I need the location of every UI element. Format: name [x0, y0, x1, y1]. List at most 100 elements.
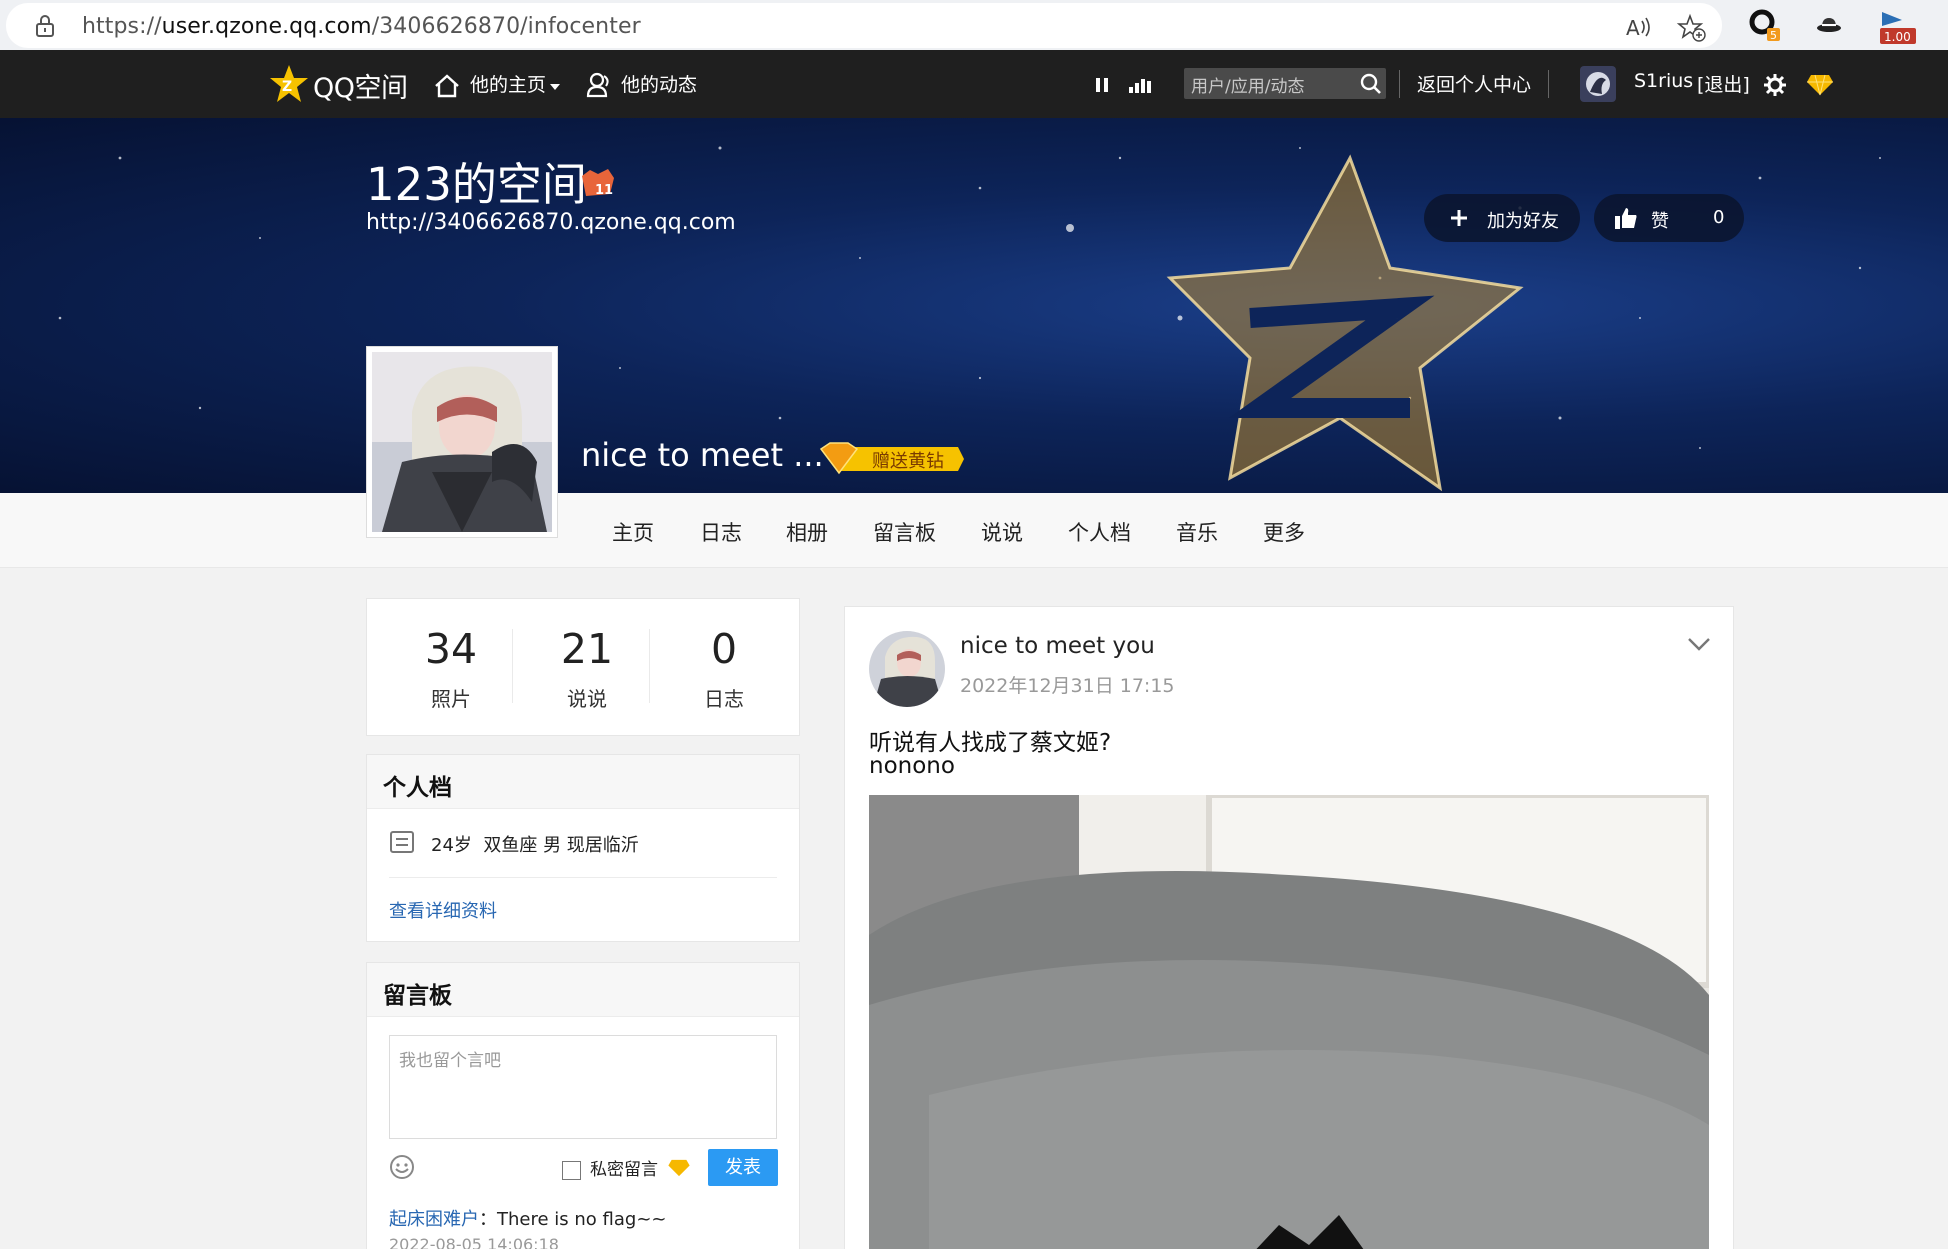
guestbook-entry-time: 2022-08-05 14:06:18 [389, 1235, 559, 1249]
his-home-link[interactable]: 他的主页 [470, 70, 546, 97]
username-link[interactable]: S1rius [1634, 70, 1693, 92]
post-photo[interactable] [869, 795, 1709, 1249]
tab-more[interactable]: 更多 [1263, 517, 1305, 547]
chevron-down-icon[interactable] [1687, 637, 1711, 651]
nav-divider [1399, 70, 1400, 98]
profile-card-header: 个人档 [367, 755, 799, 809]
view-detail-link[interactable]: 查看详细资料 [389, 897, 497, 923]
address-bar[interactable]: https://user.qzone.qq.com/3406626870/inf… [6, 3, 1722, 48]
thumbs-up-icon [1615, 208, 1637, 229]
add-friend-button[interactable]: 加为好友 [1424, 194, 1580, 242]
shuoshuo-label[interactable]: 说说 [527, 683, 647, 712]
post-author-avatar[interactable] [869, 631, 945, 707]
tab-profile[interactable]: 个人档 [1068, 517, 1131, 547]
blog-label[interactable]: 日志 [664, 683, 784, 712]
url-host: user.qzone.qq.com [161, 14, 372, 39]
yellow-diamond-icon [668, 1159, 690, 1177]
space-url[interactable]: http://3406626870.qzone.qq.com [366, 210, 736, 235]
stat-divider [649, 629, 650, 703]
photo-label[interactable]: 照片 [391, 683, 511, 712]
profile-card: 个人档 24岁 双鱼座 男 现居临沂 查看详细资料 [366, 754, 800, 942]
gift-diamond-label: 赠送黄钻 [872, 451, 944, 472]
starfield-background [58, 146, 1881, 492]
extension-search-icon[interactable]: 5 [1748, 8, 1782, 42]
profile-card-title: 个人档 [383, 775, 452, 801]
like-label: 赞 [1651, 211, 1669, 232]
qzone-level-icon[interactable]: 11 [580, 166, 618, 200]
read-aloud-icon[interactable]: A [1624, 13, 1654, 43]
search-input[interactable]: 用户/应用/动态 [1184, 68, 1386, 99]
guestbook-entry: 起床困难户：There is no flag~~ [389, 1205, 666, 1231]
guestbook-entry-text: There is no flag~~ [497, 1209, 667, 1230]
back-to-center-link[interactable]: 返回个人中心 [1417, 70, 1531, 97]
home-icon[interactable] [434, 74, 460, 98]
emoji-icon[interactable] [389, 1154, 415, 1180]
search-icon[interactable] [1360, 73, 1382, 95]
search-placeholder: 用户/应用/动态 [1191, 77, 1305, 97]
like-count: 0 [1713, 207, 1725, 228]
guestbook-entry-author[interactable]: 起床困难户 [389, 1209, 479, 1230]
profile-info-icon [390, 831, 414, 853]
stat-divider [512, 629, 513, 703]
private-message-checkbox[interactable] [562, 1161, 581, 1180]
private-message-label: 私密留言 [590, 1160, 658, 1180]
shuoshuo-count[interactable]: 21 [527, 625, 647, 673]
guestbook-card-header: 留言板 [367, 963, 799, 1017]
blog-count[interactable]: 0 [664, 625, 784, 673]
guestbook-placeholder: 我也留个言吧 [399, 1051, 501, 1071]
lock-icon[interactable] [34, 14, 56, 38]
tab-shuoshuo[interactable]: 说说 [981, 517, 1023, 547]
nav-divider [1548, 70, 1549, 98]
profile-info-text: 24岁 双鱼座 男 现居临沂 [431, 835, 639, 856]
submit-message-button[interactable]: 发表 [708, 1149, 778, 1186]
post-text-line2: nonono [869, 753, 955, 779]
user-feed-icon[interactable] [586, 72, 612, 98]
add-friend-label: 加为好友 [1487, 211, 1559, 232]
owner-avatar-image [372, 352, 552, 532]
browser-toolbar: https://user.qzone.qq.com/3406626870/inf… [0, 0, 1948, 50]
extension-badge-count: 5 [1770, 29, 1777, 42]
svg-text:A: A [1626, 16, 1640, 40]
space-banner: 123的空间 11 http://3406626870.qzone.qq.com… [0, 118, 1948, 493]
stats-card: 34 照片 21 说说 0 日志 [366, 598, 800, 736]
logout-link[interactable]: [退出] [1697, 70, 1750, 97]
tab-blog[interactable]: 日志 [700, 517, 742, 547]
user-avatar[interactable] [1580, 66, 1616, 102]
url-path: /3406626870/infocenter [371, 14, 641, 39]
yellow-diamond-icon[interactable] [1806, 74, 1834, 96]
guestbook-card: 留言板 我也留个言吧 私密留言 发表 起床困难户：There is no fla… [366, 962, 800, 1249]
photo-count[interactable]: 34 [391, 625, 511, 673]
like-button[interactable]: 赞 0 [1594, 194, 1744, 242]
extension-hat-icon[interactable] [1814, 10, 1844, 40]
qzone-top-nav: Z QQ空间 他的主页 他的动态 用户/应用/动态 返回个人中心 S1rius … [0, 50, 1948, 118]
his-feed-link[interactable]: 他的动态 [621, 70, 697, 97]
music-bars-icon[interactable] [1128, 76, 1154, 94]
owner-nickname: nice to meet ... [581, 436, 824, 474]
guestbook-input[interactable]: 我也留个言吧 [389, 1035, 777, 1139]
profile-divider [389, 877, 777, 878]
settings-gear-icon[interactable] [1764, 74, 1786, 96]
guestbook-entry-colon: ： [479, 1209, 497, 1230]
url-prefix: https:// [82, 14, 162, 39]
pause-icon[interactable] [1094, 76, 1110, 94]
qzone-logo-text[interactable]: QQ空间 [313, 66, 408, 105]
space-title: 123的空间 [366, 158, 587, 211]
svg-text:Z: Z [282, 79, 292, 95]
owner-avatar[interactable] [366, 346, 558, 538]
extension-badge-value: 1.00 [1884, 30, 1911, 44]
feed-post-card: nice to meet you 2022年12月31日 17:15 听说有人找… [844, 606, 1734, 1249]
space-tab-bar: 主页 日志 相册 留言板 说说 个人档 音乐 更多 [0, 493, 1948, 568]
url-text[interactable]: https://user.qzone.qq.com/3406626870/inf… [82, 14, 641, 39]
post-author-name[interactable]: nice to meet you [960, 633, 1155, 659]
post-time: 2022年12月31日 17:15 [960, 675, 1175, 697]
tab-guestbook[interactable]: 留言板 [873, 517, 936, 547]
tab-album[interactable]: 相册 [786, 517, 828, 547]
qzone-star-logo-icon[interactable]: Z [268, 64, 310, 104]
extension-rating-icon[interactable]: 1.00 [1876, 6, 1920, 46]
post-text-line1: 听说有人找成了蔡文姬? [869, 730, 1112, 756]
gift-diamond-button[interactable]: 赠送黄钻 [818, 441, 966, 477]
tab-home[interactable]: 主页 [612, 517, 654, 547]
caret-down-icon[interactable] [550, 84, 560, 90]
tab-music[interactable]: 音乐 [1176, 517, 1218, 547]
favorite-add-icon[interactable] [1676, 13, 1706, 43]
